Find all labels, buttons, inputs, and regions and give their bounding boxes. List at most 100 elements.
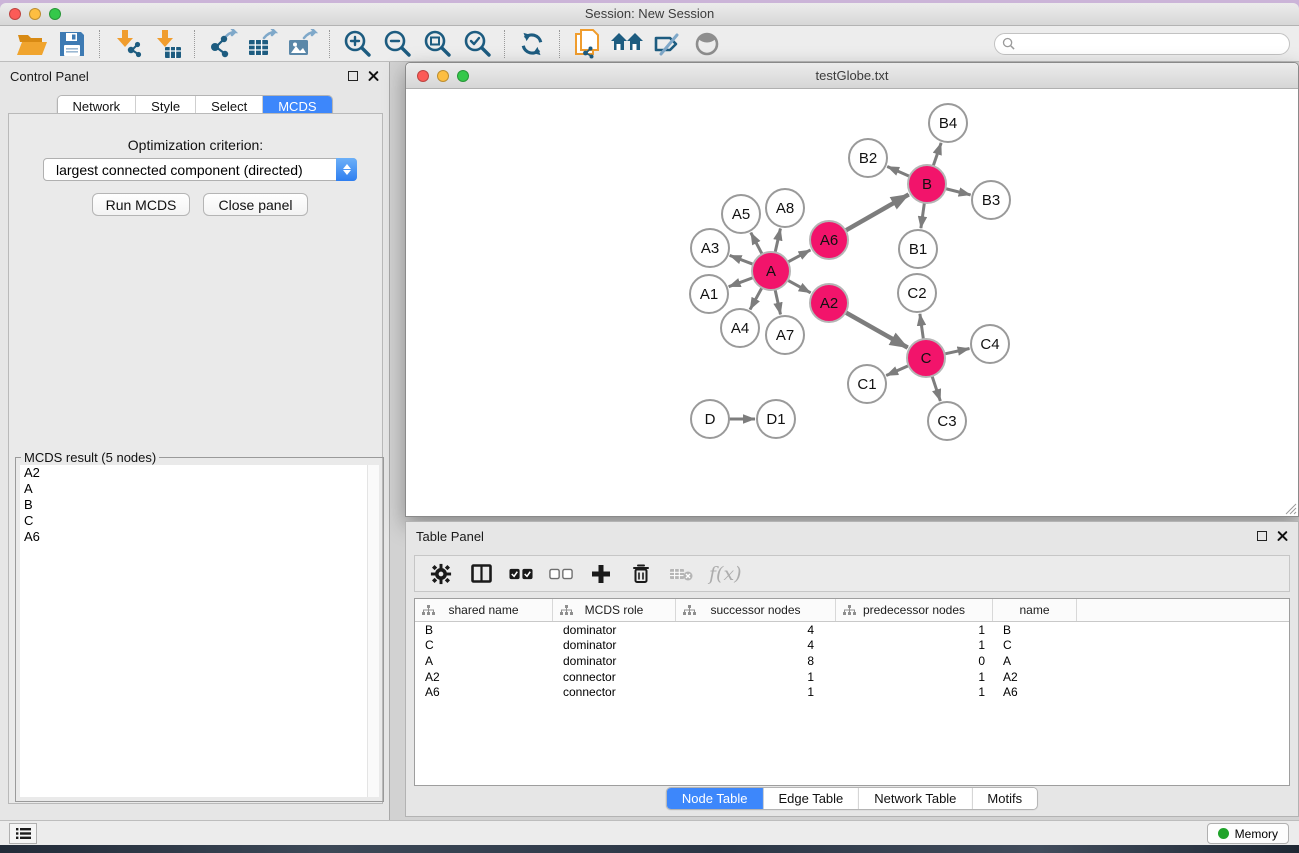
export-image-icon[interactable] — [282, 27, 322, 61]
cell-shared-name: A6 — [415, 684, 553, 700]
edge-A-A6[interactable] — [788, 250, 811, 262]
result-item[interactable]: A6 — [20, 529, 379, 545]
column-view-icon[interactable] — [469, 562, 493, 586]
table-float-icon[interactable] — [1257, 531, 1267, 541]
edge-B-B2[interactable] — [887, 166, 909, 176]
cell-successor-nodes: 4 — [676, 638, 836, 654]
close-panel-icon[interactable] — [368, 71, 379, 82]
close-panel-button[interactable]: Close panel — [203, 193, 308, 216]
refresh-icon[interactable] — [512, 27, 552, 61]
result-item[interactable]: A2 — [20, 465, 379, 481]
node-table: shared nameMCDS rolesuccessor nodesprede… — [414, 598, 1290, 786]
tab-edge-table[interactable]: Edge Table — [763, 788, 859, 809]
export-network-icon[interactable] — [202, 27, 242, 61]
result-item[interactable]: A — [20, 481, 379, 497]
home-icon[interactable] — [607, 27, 647, 61]
show-graphics-icon[interactable] — [687, 27, 727, 61]
node-label-C: C — [921, 350, 932, 367]
table-row[interactable]: Adominator80A — [415, 653, 1289, 669]
node-label-A7: A7 — [776, 327, 794, 344]
result-scrollbar[interactable] — [367, 465, 379, 797]
tab-node-table[interactable]: Node Table — [667, 788, 764, 809]
edge-C-C3[interactable] — [932, 376, 940, 401]
save-session-icon[interactable] — [52, 27, 92, 61]
network-from-file-icon[interactable] — [567, 27, 607, 61]
edge-B-B3[interactable] — [945, 189, 970, 195]
control-panel-header: Control Panel — [0, 62, 389, 90]
criterion-dropdown[interactable]: largest connected component (directed) — [43, 158, 357, 181]
zoom-selected-icon[interactable] — [457, 27, 497, 61]
network-graph[interactable]: B4B2BB3A8A5A6A3B1AA1C2A2A4A7C4CC1DD1C3 — [406, 90, 1298, 517]
task-history-button[interactable] — [9, 823, 37, 844]
network-window-titlebar: testGlobe.txt — [406, 63, 1298, 89]
edge-A-A2[interactable] — [788, 280, 811, 293]
table-tabs: Node TableEdge TableNetwork TableMotifs — [666, 787, 1038, 810]
status-bar: Memory — [0, 820, 1299, 845]
select-all-icon[interactable] — [509, 562, 533, 586]
table-row[interactable]: Bdominator41B — [415, 622, 1289, 638]
node-label-A1: A1 — [700, 286, 718, 303]
search-input[interactable] — [994, 33, 1290, 55]
cell-successor-nodes: 1 — [676, 684, 836, 700]
cell-MCDS-role: connector — [553, 684, 676, 700]
column-header-name[interactable]: name — [993, 599, 1077, 621]
float-panel-icon[interactable] — [348, 71, 358, 81]
mcds-result-list[interactable]: A2ABCA6 — [20, 465, 379, 797]
add-column-icon[interactable] — [589, 562, 613, 586]
cell-shared-name: A — [415, 653, 553, 669]
tab-motifs[interactable]: Motifs — [972, 788, 1037, 809]
table-row[interactable]: A2connector11A2 — [415, 669, 1289, 685]
column-header-filler — [1077, 599, 1289, 621]
result-item[interactable]: C — [20, 513, 379, 529]
result-item[interactable]: B — [20, 497, 379, 513]
edge-B-B1[interactable] — [921, 203, 925, 228]
edge-C-C1[interactable] — [886, 366, 908, 376]
network-window-title: testGlobe.txt — [406, 63, 1298, 89]
network-canvas[interactable]: B4B2BB3A8A5A6A3B1AA1C2A2A4A7C4CC1DD1C3 — [406, 90, 1298, 516]
edge-A-A3[interactable] — [730, 255, 754, 264]
import-table-icon[interactable] — [147, 27, 187, 61]
memory-button[interactable]: Memory — [1207, 823, 1289, 844]
edge-A-A4[interactable] — [750, 288, 762, 310]
cell-predecessor-nodes: 1 — [836, 622, 993, 638]
cell-predecessor-nodes: 1 — [836, 669, 993, 685]
edge-C-C2[interactable] — [920, 314, 924, 339]
node-label-A4: A4 — [731, 320, 749, 337]
resize-grip-icon[interactable] — [1284, 502, 1297, 515]
deselect-all-icon[interactable] — [549, 562, 573, 586]
run-mcds-button[interactable]: Run MCDS — [92, 193, 190, 216]
node-label-A8: A8 — [776, 200, 794, 217]
control-panel-title: Control Panel — [10, 69, 89, 84]
edge-A-A1[interactable] — [729, 278, 753, 287]
edge-C-C4[interactable] — [945, 348, 970, 353]
mcds-tab-content: Optimization criterion: largest connecte… — [8, 113, 383, 804]
function-builder-icon[interactable]: f(x) — [709, 563, 742, 585]
delete-table-icon[interactable] — [669, 562, 693, 586]
mcds-result-box: MCDS result (5 nodes) A2ABCA6 — [15, 457, 384, 802]
delete-column-icon[interactable] — [629, 562, 653, 586]
tab-network-table[interactable]: Network Table — [859, 788, 972, 809]
edge-A-A7[interactable] — [775, 290, 780, 315]
node-label-A: A — [766, 263, 776, 280]
table-row[interactable]: Cdominator41C — [415, 638, 1289, 654]
column-header-MCDS-role[interactable]: MCDS role — [553, 599, 676, 621]
zoom-in-icon[interactable] — [337, 27, 377, 61]
edge-B-B4[interactable] — [933, 143, 941, 166]
criterion-value: largest connected component (directed) — [56, 162, 303, 178]
table-close-icon[interactable] — [1277, 531, 1288, 542]
edge-A-A5[interactable] — [751, 233, 762, 255]
edge-A6-B[interactable] — [845, 194, 908, 230]
open-file-icon[interactable] — [12, 27, 52, 61]
column-header-shared-name[interactable]: shared name — [415, 599, 553, 621]
edge-A-A8[interactable] — [775, 228, 780, 252]
column-header-predecessor-nodes[interactable]: predecessor nodes — [836, 599, 993, 621]
hide-labels-icon[interactable] — [647, 27, 687, 61]
gear-icon[interactable] — [429, 562, 453, 586]
export-table-icon[interactable] — [242, 27, 282, 61]
edge-A2-C[interactable] — [846, 312, 908, 347]
import-network-icon[interactable] — [107, 27, 147, 61]
zoom-out-icon[interactable] — [377, 27, 417, 61]
zoom-fit-icon[interactable] — [417, 27, 457, 61]
table-row[interactable]: A6connector11A6 — [415, 684, 1289, 700]
column-header-successor-nodes[interactable]: successor nodes — [676, 599, 836, 621]
